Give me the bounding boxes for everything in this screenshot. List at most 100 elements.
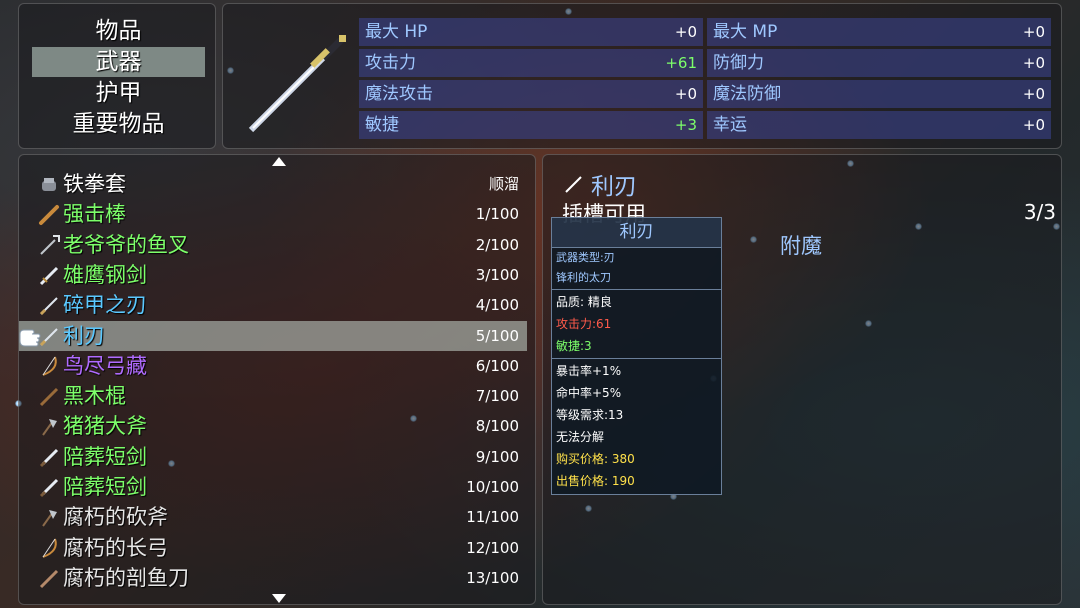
tooltip-attack: 攻击力:61 [556,317,612,331]
tooltip-buy-price: 购买价格: 380 [556,452,635,466]
sword-icon [37,264,61,288]
weapon-list-item[interactable]: 腐朽的砍斧 11/100 [19,502,527,532]
weapon-list-item[interactable]: 强击棒 1/100 [19,199,527,229]
category-tab-items[interactable]: 物品 [32,16,205,46]
tooltip-disassemble: 无法分解 [556,430,605,444]
weapon-count: 8/100 [475,417,519,436]
stat-label: 防御力 [713,53,764,73]
stat-defense: 防御力 +0 [707,49,1051,77]
stat-max-mp: 最大 MP +0 [707,18,1051,46]
weapon-name: 黑木棍 [63,384,126,409]
blade-icon [37,294,61,318]
weapon-list-item[interactable]: 雄鹰钢剑 3/100 [19,260,527,290]
tooltip-divider [552,358,721,359]
category-tab-key-items[interactable]: 重要物品 [32,109,205,139]
stat-value: +0 [674,85,697,103]
scroll-down-arrow-icon[interactable] [272,594,286,603]
weapon-count: 4/100 [475,296,519,315]
stat-value: +0 [1022,116,1045,134]
weapon-count: 5/100 [475,326,519,345]
sword-icon [248,35,346,133]
weapon-count: 9/100 [475,447,519,466]
weapon-name: 陪葬短剑 [63,444,147,469]
stat-label: 攻击力 [365,53,416,73]
stat-attack: 攻击力 +61 [359,49,703,77]
stat-value: +0 [674,23,697,41]
weapon-name: 腐朽的长弓 [63,535,168,560]
stat-value: +3 [674,116,697,134]
weapon-name: 腐朽的剖鱼刀 [63,565,189,590]
stat-panel: 最大 HP +0 最大 MP +0 攻击力 +61 防御力 +0 魔法攻击 +0… [222,3,1062,149]
weapon-list-item[interactable]: 腐朽的长弓 12/100 [19,533,527,563]
weapon-list-item[interactable]: 铁拳套 顺溜 [19,169,527,199]
detail-item-name: 利刃 [591,174,637,200]
weapon-list-item[interactable]: 腐朽的剖鱼刀 13/100 [19,563,527,593]
weapon-list-item[interactable]: 老爷爷的鱼叉 2/100 [19,230,527,260]
stat-value: +0 [1022,54,1045,72]
weapon-count: 10/100 [466,478,519,496]
weapon-name: 强击棒 [63,202,126,227]
weapon-name: 碎甲之刃 [63,293,147,318]
stat-value: +0 [1022,23,1045,41]
weapon-name: 鸟尽弓藏 [63,353,147,378]
bow-icon [37,355,61,379]
tooltip-crit: 暴击率+1% [556,364,622,378]
axe-icon [37,506,61,530]
category-tab-armor[interactable]: 护甲 [32,78,205,108]
tooltip-sell-price: 出售价格: 190 [556,474,635,488]
detail-slot-count: 3/3 [1023,200,1056,224]
gauntlet-icon [37,173,61,197]
weapon-name: 利刃 [63,323,105,348]
harpoon-icon [37,234,61,258]
weapon-count: 3/100 [475,265,519,284]
weapon-count: 2/100 [475,235,519,254]
weapon-count: 11/100 [466,508,519,527]
item-tooltip: 利刃 武器类型:刃 锋利的太刀 品质: 精良 攻击力:61 敏捷:3 暴击率+1… [551,217,722,495]
tooltip-quality: 品质: 精良 [556,295,612,309]
tooltip-hit: 命中率+5% [556,386,622,400]
weapon-name: 猪猪大斧 [63,414,147,439]
stat-agility: 敏捷 +3 [359,111,703,139]
category-panel: 物品 武器 护甲 重要物品 [18,3,216,149]
stat-label: 魔法攻击 [365,84,433,104]
tooltip-agility: 敏捷:3 [556,339,592,353]
weapon-list-item[interactable]: 陪葬短剑 9/100 [19,442,527,472]
weapon-list-item[interactable]: 黑木棍 7/100 [19,381,527,411]
weapon-name: 腐朽的砍斧 [63,505,168,530]
stat-label: 最大 HP [365,22,428,42]
weapon-preview-image [237,20,355,138]
weapon-list-item[interactable]: 猪猪大斧 8/100 [19,411,527,441]
blade-icon [565,176,582,193]
dagger-icon [37,446,61,470]
stat-magic-attack: 魔法攻击 +0 [359,80,703,108]
stat-value: +0 [1022,85,1045,103]
weapon-name: 雄鹰钢剑 [63,262,147,287]
weapon-name: 老爷爷的鱼叉 [63,232,189,257]
stat-max-hp: 最大 HP +0 [359,18,703,46]
weapon-list-item[interactable]: 碎甲之刃 4/100 [19,290,527,320]
weapon-name: 铁拳套 [63,172,126,196]
hand-cursor-icon [19,329,41,347]
weapon-count: 顺溜 [488,175,519,193]
weapon-list-item[interactable]: 陪葬短剑 10/100 [19,472,527,502]
category-tab-weapons[interactable]: 武器 [32,47,205,77]
weapon-count: 6/100 [475,356,519,375]
stat-label: 幸运 [713,115,747,135]
tooltip-description: 锋利的太刀 [556,271,611,284]
club-icon [37,203,61,227]
tooltip-weapon-type: 武器类型:刃 [556,251,615,264]
tooltip-level-req: 等级需求:13 [556,408,624,422]
axe-icon [37,415,61,439]
weapon-list-item[interactable]: 利刃 5/100 [19,320,527,351]
scroll-up-arrow-icon[interactable] [272,157,286,166]
tooltip-title: 利刃 [552,218,721,248]
weapon-list-panel: 铁拳套 顺溜强击棒 1/100 老爷爷的鱼叉 2/100 雄鹰钢剑 3/100 碎甲之刃 4/1… [18,154,536,605]
weapon-name: 陪葬短剑 [63,475,147,499]
tooltip-divider [552,289,721,290]
staff-icon [37,385,61,409]
weapon-list-item[interactable]: 鸟尽弓藏 6/100 [19,351,527,381]
bow-icon [37,537,61,561]
weapon-count: 7/100 [475,387,519,406]
weapon-count: 12/100 [466,538,519,557]
enchant-button[interactable]: 附魔 [780,230,822,260]
